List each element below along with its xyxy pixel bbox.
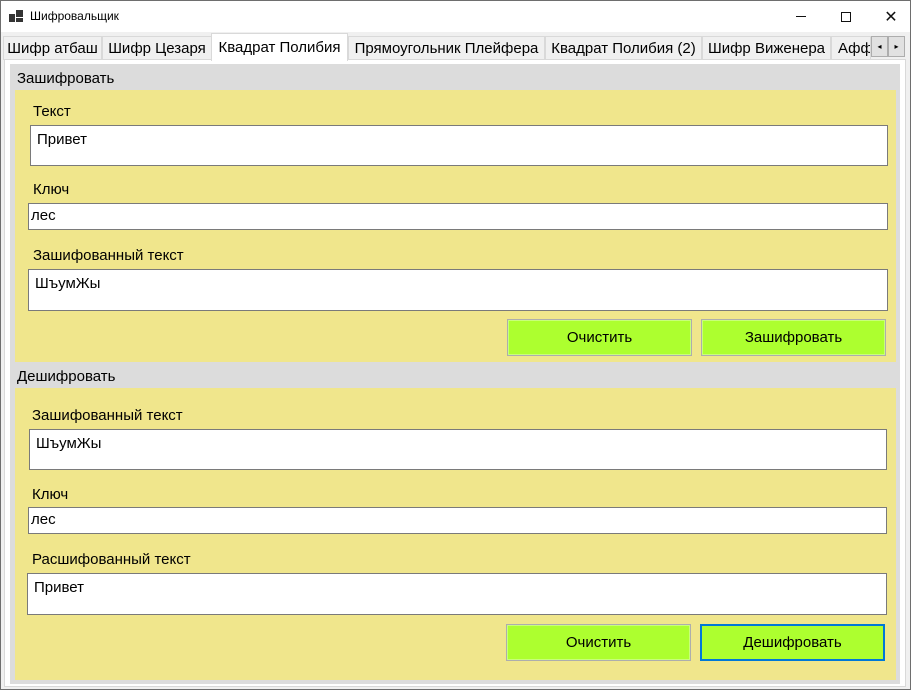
button-label: Очистить (565, 634, 632, 651)
tab-caesar[interactable]: Шифр Цезаря (102, 36, 212, 60)
encrypt-result-label: Зашифованный текст (33, 247, 184, 264)
minimize-icon (796, 16, 806, 17)
tab-playfair[interactable]: Прямоугольник Плейфера (348, 36, 545, 60)
arrow-left-icon: ◂ (877, 42, 882, 51)
tab-label: Шифр Виженера (707, 40, 826, 57)
tab-polybius-2[interactable]: Квадрат Полибия (2) (545, 36, 702, 60)
maximize-button[interactable] (823, 1, 869, 32)
tab-label: Квадрат Полибия (2) (551, 40, 696, 57)
app-icon (9, 10, 23, 22)
close-button[interactable]: ✕ (868, 1, 911, 32)
window-title: Шифровальщик (30, 9, 119, 23)
encrypt-text-label: Текст (33, 103, 71, 120)
decrypt-result-label: Расшифованный текст (32, 551, 191, 568)
encrypt-clear-button[interactable]: Очистить (507, 319, 692, 356)
button-label: Очистить (566, 329, 633, 346)
arrow-right-icon: ▸ (894, 42, 899, 51)
close-icon: ✕ (884, 8, 898, 26)
encrypt-button[interactable]: Зашифровать (701, 319, 886, 356)
tab-strip: Шифр атбаш Шифр Цезаря Квадрат Полибия П… (1, 32, 910, 61)
encrypt-panel: Текст Привет Ключ лес Зашифованный текст… (15, 90, 896, 362)
decrypt-panel: Зашифованный текст ШъумЖы Ключ лес Расши… (15, 388, 896, 680)
tab-polybius[interactable]: Квадрат Полибия (211, 33, 348, 61)
maximize-icon (841, 11, 851, 22)
tab-label: Шифр атбаш (7, 40, 98, 57)
tab-scroll-right-button[interactable]: ▸ (888, 36, 905, 57)
tab-content: Зашифровать Текст Привет Ключ лес Зашифо… (4, 59, 906, 687)
tab-label: Прямоугольник Плейфера (354, 40, 539, 57)
tab-label: Афф (838, 40, 871, 57)
tab-scroll-left-button[interactable]: ◂ (871, 36, 888, 57)
encrypt-group-title: Зашифровать (17, 70, 115, 87)
encrypt-result-output[interactable]: ШъумЖы (28, 269, 888, 311)
decrypt-key-input[interactable]: лес (28, 507, 887, 534)
decrypt-key-label: Ключ (32, 486, 69, 503)
tab-label: Квадрат Полибия (218, 39, 341, 56)
button-label: Дешифровать (743, 634, 842, 651)
decrypt-text-label: Зашифованный текст (32, 407, 183, 424)
tab-affine[interactable]: Афф (831, 36, 871, 60)
tab-label: Шифр Цезаря (108, 40, 206, 57)
decrypt-group-title: Дешифровать (17, 368, 116, 385)
encrypt-key-input[interactable]: лес (28, 203, 888, 230)
decrypt-clear-button[interactable]: Очистить (506, 624, 691, 661)
tab-vigenere[interactable]: Шифр Виженера (702, 36, 831, 60)
button-label: Зашифровать (744, 329, 843, 346)
decrypt-result-output[interactable]: Привет (27, 573, 887, 615)
minimize-button[interactable] (778, 1, 824, 32)
encrypt-key-label: Ключ (33, 181, 70, 198)
title-bar[interactable]: Шифровальщик ✕ (1, 1, 910, 32)
decrypt-text-input[interactable]: ШъумЖы (29, 429, 887, 470)
decrypt-button[interactable]: Дешифровать (700, 624, 885, 661)
tab-atbash[interactable]: Шифр атбаш (3, 36, 102, 60)
encrypt-text-input[interactable]: Привет (30, 125, 888, 166)
app-window: Шифровальщик ✕ Шифр атбаш Шифр Цезаря Кв… (0, 0, 911, 690)
content-area: Зашифровать Текст Привет Ключ лес Зашифо… (10, 64, 900, 684)
